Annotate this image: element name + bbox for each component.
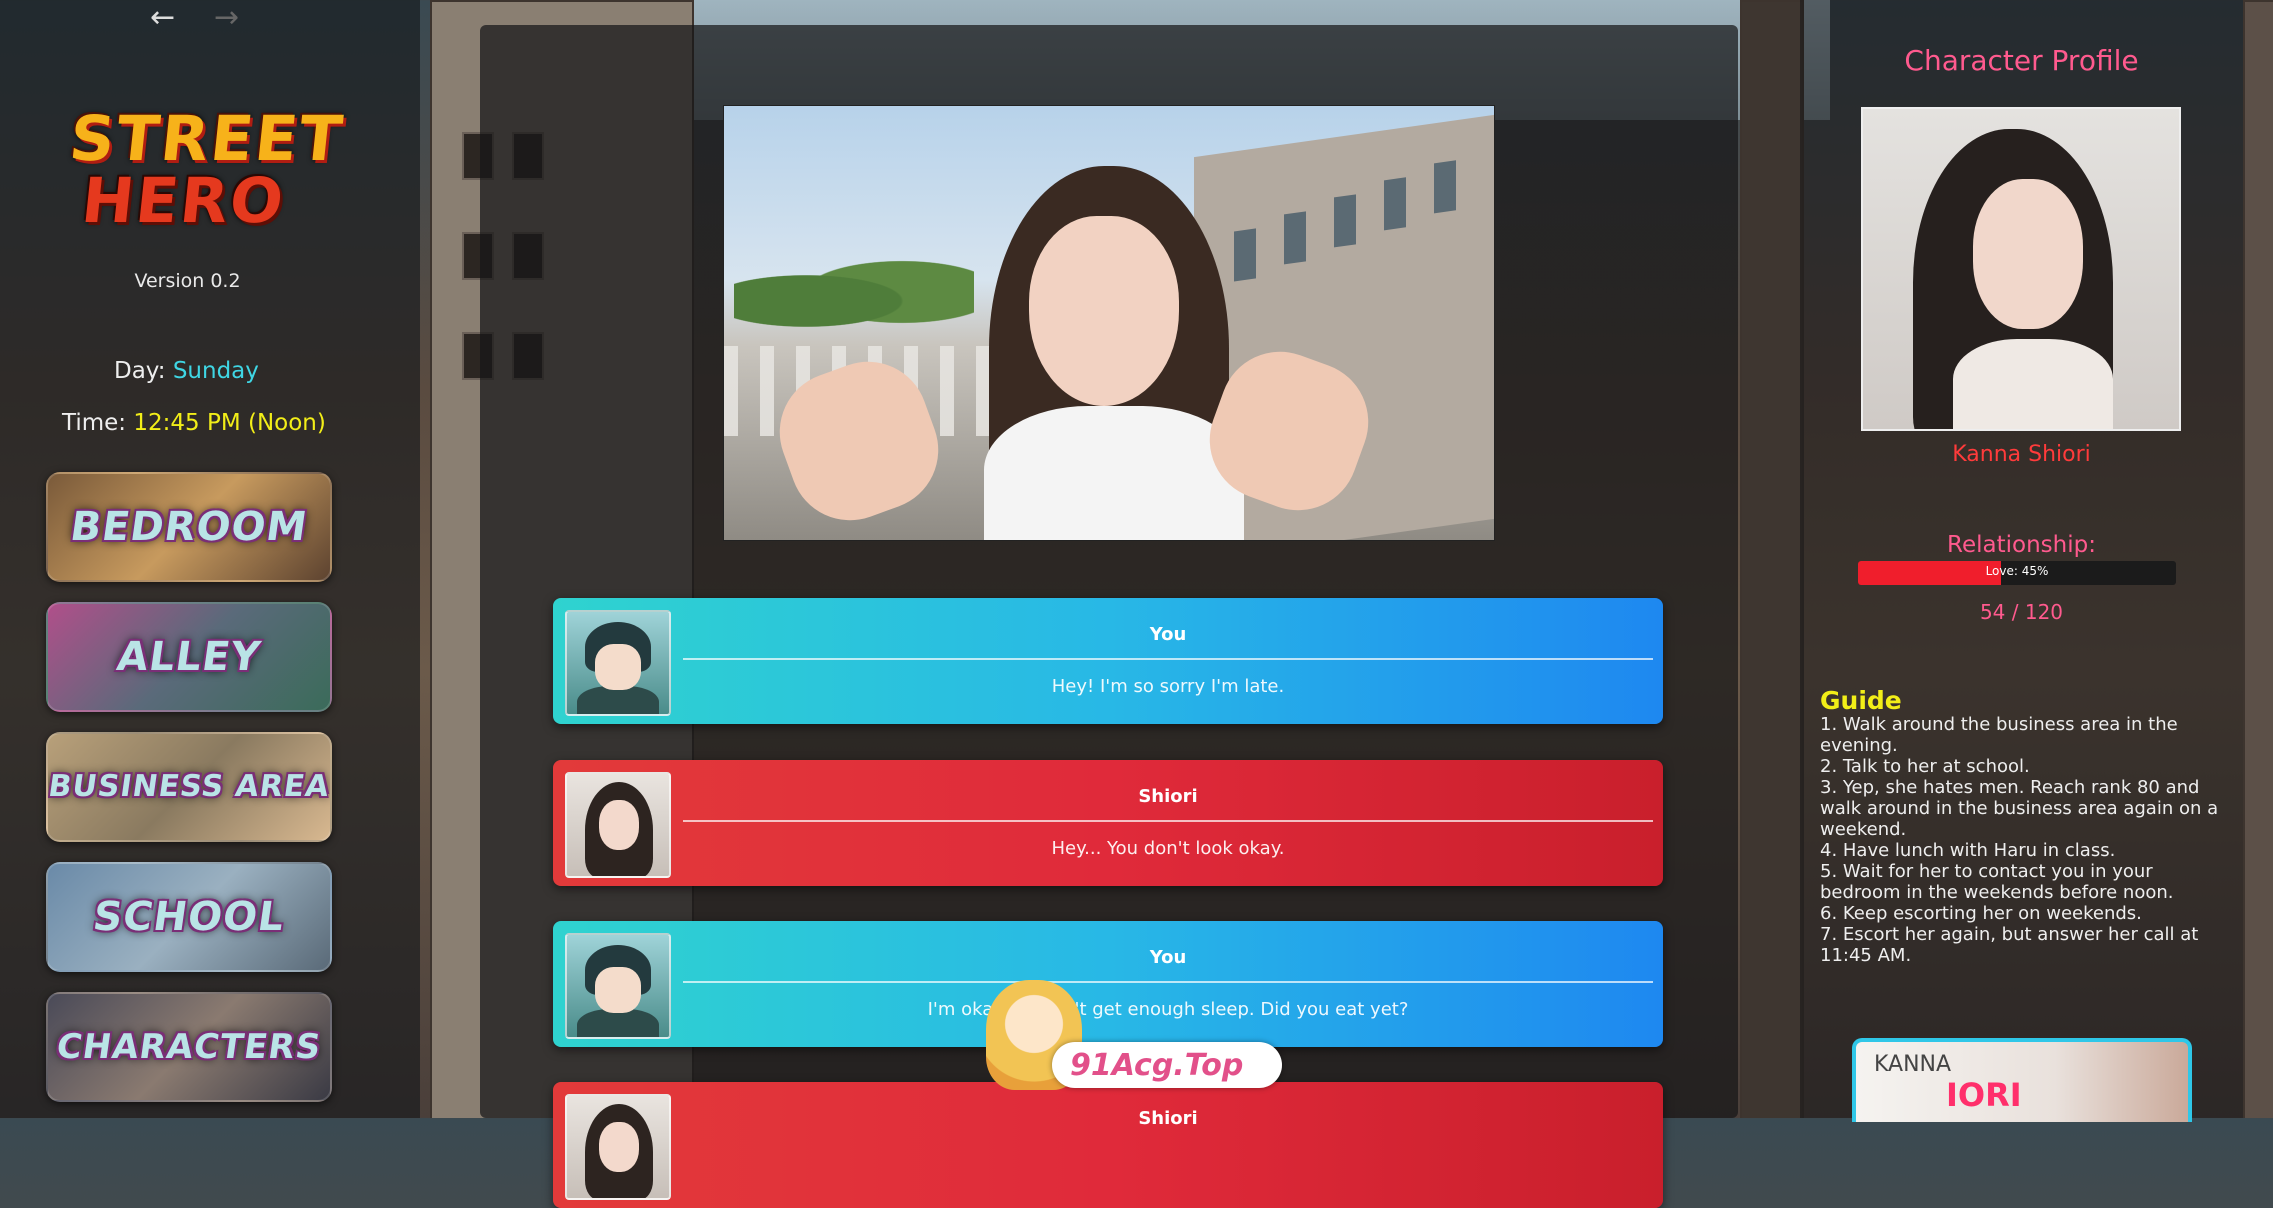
relationship-bar-text: Love: 45% <box>1985 564 2049 578</box>
dialogue-bubble-shiori: Shiori <box>553 1082 1663 1208</box>
time-value: 12:45 PM (Noon) <box>133 410 326 436</box>
dialogue-text: Hey! I'm so sorry I'm late. <box>1051 676 1285 697</box>
character-portrait <box>1861 107 2181 431</box>
relationship-bar: Love: 45% <box>1858 561 2176 585</box>
dialogue-bubble-you: You Hey! I'm so sorry I'm late. <box>553 598 1663 724</box>
day-display: Day: Sunday <box>114 358 259 384</box>
guide-step: 5. Wait for her to contact you in your b… <box>1820 861 2174 903</box>
location-characters-button[interactable]: CHARACTERS <box>46 992 332 1102</box>
avatar-player <box>565 610 671 716</box>
location-bedroom-button[interactable]: BEDROOM <box>46 472 332 582</box>
location-alley-label: ALLEY <box>114 634 264 680</box>
speaker-name: Shiori <box>1138 786 1198 807</box>
location-school-button[interactable]: SCHOOL <box>46 862 332 972</box>
guide-step: 2. Talk to her at school. <box>1820 756 2030 777</box>
guide-step: 4. Have lunch with Haru in class. <box>1820 840 2116 861</box>
time-display: Time: 12:45 PM (Noon) <box>62 410 326 436</box>
day-label: Day: <box>114 358 166 384</box>
building-far-right <box>2243 0 2273 1118</box>
guide-list: 1. Walk around the business area in the … <box>1820 714 2225 966</box>
back-button[interactable]: ← <box>150 0 175 35</box>
location-business-area-label: BUSINESS AREA <box>46 769 332 804</box>
speaker-name: You <box>1149 947 1187 968</box>
speaker-name: Shiori <box>1138 1108 1198 1129</box>
speaker-name: You <box>1149 624 1187 645</box>
guide-step: 6. Keep escorting her on weekends. <box>1820 903 2142 924</box>
building-right <box>1740 0 1804 1118</box>
day-value: Sunday <box>172 358 259 384</box>
relationship-label: Relationship: <box>1947 532 2096 558</box>
avatar-player <box>565 933 671 1039</box>
relationship-count: 54 / 120 <box>1979 600 2064 624</box>
location-characters-label: CHARACTERS <box>54 1027 324 1067</box>
location-bedroom-label: BEDROOM <box>67 504 311 550</box>
logo-line-2: HERO <box>78 164 289 237</box>
character-profile-title: Character Profile <box>1904 44 2139 77</box>
thumbnail-line-1: KANNA <box>1874 1052 1952 1077</box>
avatar-shiori <box>565 772 671 878</box>
guide-step: 7. Escort her again, but answer her call… <box>1820 924 2199 966</box>
character-card-thumbnail[interactable]: KANNA IORI <box>1852 1038 2192 1122</box>
forward-button[interactable]: → <box>214 0 239 35</box>
avatar-shiori <box>565 1094 671 1200</box>
location-business-area-button[interactable]: BUSINESS AREA <box>46 732 332 842</box>
watermark-text: 91Acg.Top <box>1070 1048 1244 1083</box>
dialogue-bubble-shiori: Shiori Hey... You don't look okay. <box>553 760 1663 886</box>
character-name: Kanna Shiori <box>1952 442 2091 467</box>
location-school-label: SCHOOL <box>90 894 288 940</box>
thumbnail-line-2: IORI <box>1946 1076 2022 1114</box>
time-label: Time: <box>62 410 127 436</box>
scene-image <box>723 105 1495 541</box>
watermark: 91Acg.Top <box>986 980 1296 1090</box>
game-logo: STREET HERO <box>59 102 348 246</box>
guide-step: 1. Walk around the business area in the … <box>1820 714 2178 756</box>
guide-step: 3. Yep, she hates men. Reach rank 80 and… <box>1820 777 2219 840</box>
version-label: Version 0.2 <box>134 270 241 292</box>
dialogue-text: Hey... You don't look okay. <box>1051 838 1285 859</box>
guide-title: Guide <box>1820 686 1902 715</box>
logo-line-1: STREET <box>66 102 348 175</box>
location-alley-button[interactable]: ALLEY <box>46 602 332 712</box>
